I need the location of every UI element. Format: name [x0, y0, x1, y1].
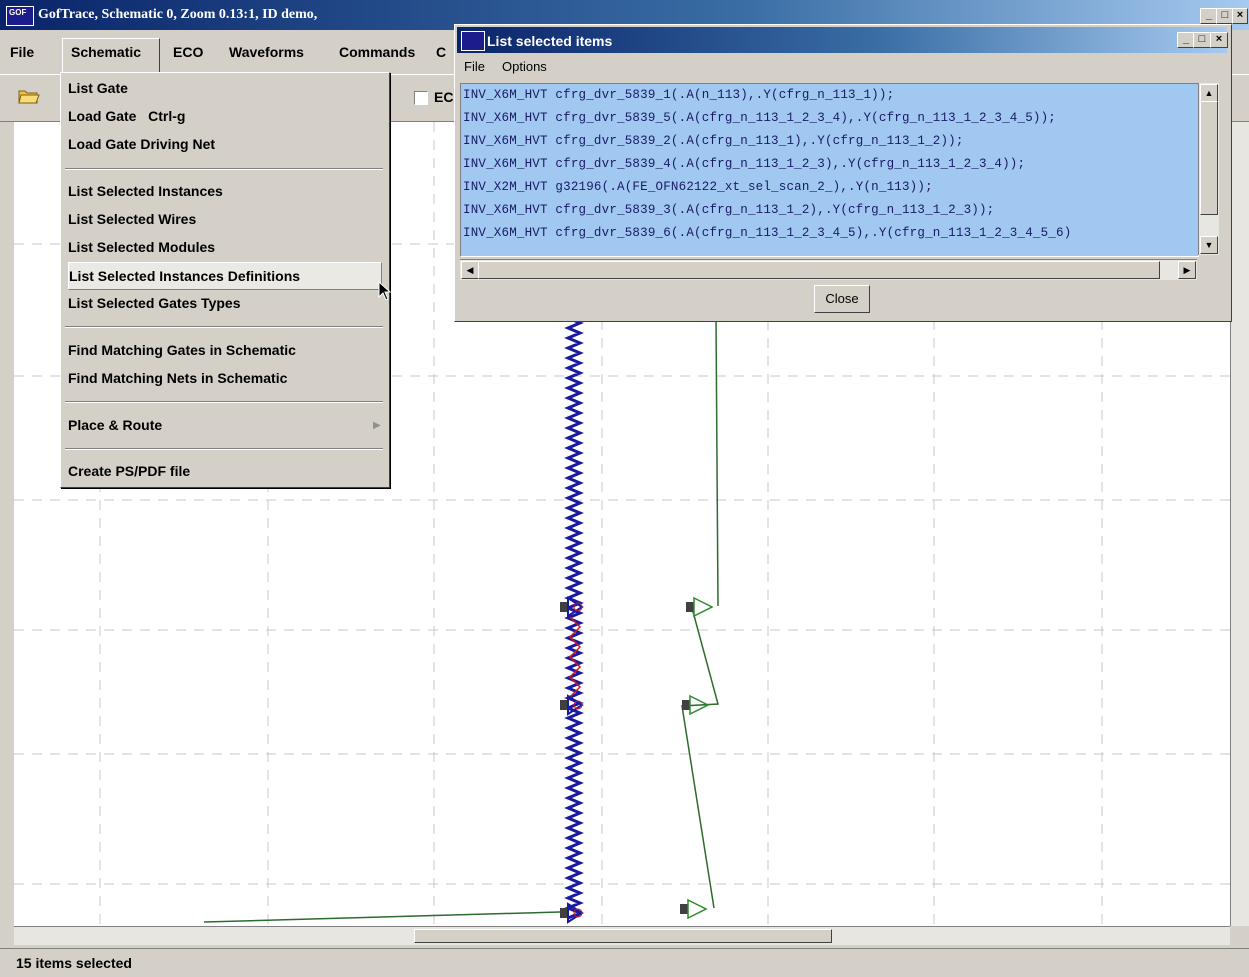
menu-item-place-route[interactable]: Place & Route	[68, 412, 380, 438]
close-button[interactable]: Close	[814, 285, 870, 313]
window-title: GofTrace, Schematic 0, Zoom 0.13:1, ID d…	[38, 7, 318, 22]
menu-item-list-gate[interactable]: List Gate	[68, 75, 380, 101]
close-icon[interactable]: ×	[1210, 32, 1228, 48]
menu-schematic-active-frame	[62, 38, 160, 74]
eco-checkbox-label: EC	[434, 89, 454, 105]
submenu-arrow-icon: ▶	[373, 420, 381, 431]
list-item[interactable]: INV_X6M_HVT cfrg_dvr_5839_1(.A(n_113),.Y…	[463, 88, 894, 102]
menu-file[interactable]: File	[10, 44, 34, 60]
gof-app-icon: GOF	[6, 6, 34, 26]
menu-item-find-matching-nets[interactable]: Find Matching Nets in Schematic	[68, 365, 380, 391]
popup-title: List selected items	[487, 33, 613, 49]
menu-item-list-selected-wires[interactable]: List Selected Wires	[68, 206, 380, 232]
canvas-vertical-scrollbar[interactable]	[1230, 122, 1249, 926]
menu-item-find-matching-gates[interactable]: Find Matching Gates in Schematic	[68, 337, 380, 363]
scroll-down-icon[interactable]: ▼	[1200, 236, 1218, 254]
popup-menu-options[interactable]: Options	[502, 59, 547, 74]
menu-separator	[65, 326, 383, 328]
list-horizontal-scrollbar[interactable]: ◀ ▶	[460, 259, 1197, 280]
list-hscroll-thumb[interactable]	[478, 261, 1160, 279]
eco-checkbox[interactable]	[414, 91, 428, 105]
popup-menu-file[interactable]: File	[464, 59, 485, 74]
open-folder-icon[interactable]	[18, 87, 40, 105]
maximize-icon[interactable]: □	[1193, 32, 1211, 48]
menu-separator	[65, 168, 383, 170]
close-icon[interactable]: ×	[1232, 8, 1248, 24]
list-item[interactable]: INV_X6M_HVT cfrg_dvr_5839_6(.A(cfrg_n_11…	[463, 226, 1071, 240]
list-item[interactable]: INV_X6M_HVT cfrg_dvr_5839_2(.A(cfrg_n_11…	[463, 134, 964, 148]
list-selected-items-window: List selected items _ □ × File Options I…	[454, 24, 1232, 322]
list-item[interactable]: INV_X6M_HVT cfrg_dvr_5839_4(.A(cfrg_n_11…	[463, 157, 1025, 171]
menu-item-load-gate[interactable]: Load Gate Ctrl-g	[68, 103, 380, 129]
canvas-scroll-thumb[interactable]	[414, 929, 832, 943]
menu-waveforms[interactable]: Waveforms	[229, 44, 304, 60]
selected-items-list[interactable]: INV_X6M_HVT cfrg_dvr_5839_1(.A(n_113),.Y…	[460, 83, 1199, 257]
menu-item-load-gate-driving-net[interactable]: Load Gate Driving Net	[68, 131, 380, 157]
list-item[interactable]: INV_X2M_HVT g32196(.A(FE_OFN62122_xt_sel…	[463, 180, 933, 194]
menu-item-list-selected-modules[interactable]: List Selected Modules	[68, 234, 380, 260]
scroll-right-icon[interactable]: ▶	[1178, 261, 1196, 279]
popup-titlebar: List selected items _ □ ×	[457, 27, 1228, 53]
scroll-left-icon[interactable]: ◀	[461, 261, 479, 279]
scroll-up-icon[interactable]: ▲	[1200, 84, 1218, 102]
canvas-horizontal-scrollbar[interactable]	[14, 926, 1230, 945]
menu-separator	[65, 401, 383, 403]
menu-item-list-selected-gates-types[interactable]: List Selected Gates Types	[68, 290, 380, 316]
menu-separator	[65, 448, 383, 450]
mouse-pointer-icon	[378, 281, 392, 301]
list-vertical-scrollbar[interactable]: ▲ ▼	[1198, 83, 1219, 255]
menu-cut-off[interactable]: C	[436, 44, 446, 60]
list-item[interactable]: INV_X6M_HVT cfrg_dvr_5839_5(.A(cfrg_n_11…	[463, 111, 1056, 125]
status-bar: 15 items selected	[0, 948, 1249, 977]
wire-bundle-blue	[564, 316, 584, 920]
menu-eco[interactable]: ECO	[173, 44, 203, 60]
menu-item-list-selected-instances[interactable]: List Selected Instances	[68, 178, 380, 204]
list-scroll-thumb[interactable]	[1200, 101, 1218, 215]
gof-app-icon	[461, 31, 485, 51]
schematic-dropdown-menu: List Gate Load Gate Ctrl-g Load Gate Dri…	[60, 72, 390, 488]
status-text: 15 items selected	[16, 955, 132, 971]
popup-menubar: File Options	[455, 55, 1229, 79]
list-item[interactable]: INV_X6M_HVT cfrg_dvr_5839_3(.A(cfrg_n_11…	[463, 203, 994, 217]
menu-commands[interactable]: Commands	[339, 44, 415, 60]
menu-item-list-selected-instances-definitions[interactable]: List Selected Instances Definitions	[68, 262, 382, 290]
menu-item-create-ps-pdf[interactable]: Create PS/PDF file	[68, 458, 380, 484]
